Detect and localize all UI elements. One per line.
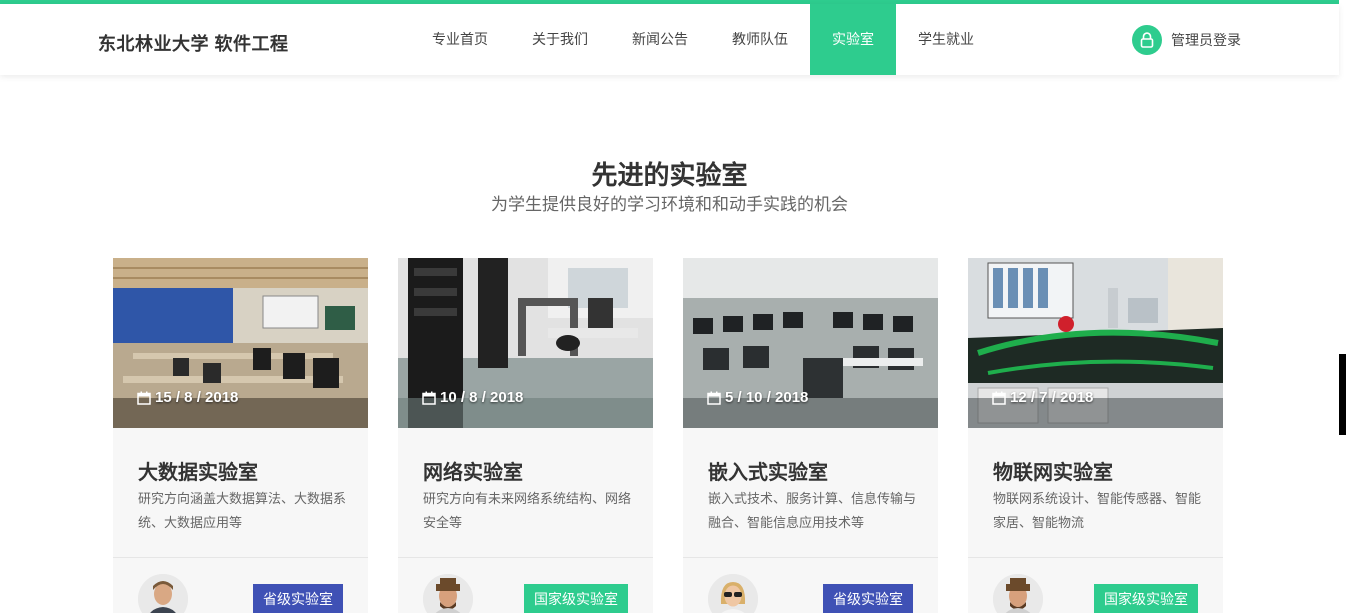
nav-item-employment[interactable]: 学生就业 — [896, 4, 996, 75]
lab-description: 物联网系统设计、智能传感器、智能家居、智能物流 — [993, 491, 1202, 530]
lab-date-text: 12 / 7 / 2018 — [1010, 389, 1094, 406]
lab-card-network[interactable]: 10 / 8 / 2018 网络实验室 研究方向有未来网络系统结构、网络安全等 … — [398, 258, 653, 613]
site-brand[interactable]: 东北林业大学 软件工程 — [98, 30, 289, 56]
lab-description: 研究方向涵盖大数据算法、大数据系统、大数据应用等 — [138, 491, 347, 530]
lab-photo[interactable]: 12 / 7 / 2018 — [968, 258, 1223, 428]
lab-title[interactable]: 嵌入式实验室 — [708, 456, 828, 485]
admin-login-button[interactable]: 管理员登录 — [1132, 25, 1241, 55]
card-divider — [683, 557, 938, 558]
card-divider — [968, 557, 1223, 558]
lab-card-big-data[interactable]: 15 / 8 / 2018 大数据实验室 研究方向涵盖大数据算法、大数据系统、大… — [113, 258, 368, 613]
lock-icon — [1132, 25, 1162, 55]
lab-date: 10 / 8 / 2018 — [422, 389, 523, 406]
lab-title[interactable]: 网络实验室 — [423, 456, 523, 485]
section-title: 先进的实验室 — [591, 160, 748, 190]
lab-date: 12 / 7 / 2018 — [992, 389, 1093, 406]
avatar — [993, 574, 1043, 613]
avatar — [708, 574, 758, 613]
calendar-icon — [992, 391, 1006, 405]
admin-login-label: 管理员登录 — [1171, 32, 1241, 48]
lab-description: 嵌入式技术、服务计算、信息传输与融合、智能信息应用技术等 — [708, 491, 917, 530]
lab-level-badge[interactable]: 省级实验室 — [823, 584, 913, 613]
avatar — [138, 574, 188, 613]
nav-item-about[interactable]: 关于我们 — [510, 4, 610, 75]
lab-photo[interactable]: 5 / 10 / 2018 — [683, 258, 938, 428]
lab-description: 研究方向有未来网络系统结构、网络安全等 — [423, 491, 632, 530]
lab-date-text: 5 / 10 / 2018 — [725, 389, 809, 406]
lab-level-badge[interactable]: 国家级实验室 — [1094, 584, 1198, 613]
lab-date-text: 10 / 8 / 2018 — [440, 389, 524, 406]
main-nav: 专业首页 关于我们 新闻公告 教师队伍 实验室 学生就业 — [410, 4, 996, 75]
lab-photo[interactable]: 10 / 8 / 2018 — [398, 258, 653, 428]
lab-card-embedded[interactable]: 5 / 10 / 2018 嵌入式实验室 嵌入式技术、服务计算、信息传输与融合、… — [683, 258, 938, 613]
nav-item-labs[interactable]: 实验室 — [810, 4, 896, 75]
calendar-icon — [422, 391, 436, 405]
calendar-icon — [137, 391, 151, 405]
lab-level-badge[interactable]: 省级实验室 — [253, 584, 343, 613]
card-divider — [113, 557, 368, 558]
lab-level-badge[interactable]: 国家级实验室 — [524, 584, 628, 613]
nav-item-news[interactable]: 新闻公告 — [610, 4, 710, 75]
nav-item-home[interactable]: 专业首页 — [410, 4, 510, 75]
nav-item-teachers[interactable]: 教师队伍 — [710, 4, 810, 75]
lab-photo[interactable]: 15 / 8 / 2018 — [113, 258, 368, 428]
lab-title[interactable]: 物联网实验室 — [993, 456, 1113, 485]
card-divider — [398, 557, 653, 558]
lab-card-iot[interactable]: 12 / 7 / 2018 物联网实验室 物联网系统设计、智能传感器、智能家居、… — [968, 258, 1223, 613]
lab-title[interactable]: 大数据实验室 — [138, 456, 258, 485]
site-header: 东北林业大学 软件工程 专业首页 关于我们 新闻公告 教师队伍 实验室 学生就业… — [0, 4, 1339, 75]
lab-date: 5 / 10 / 2018 — [707, 389, 808, 406]
lab-date-text: 15 / 8 / 2018 — [155, 389, 239, 406]
floating-side-tab[interactable] — [1339, 354, 1346, 435]
section-subtitle: 为学生提供良好的学习环境和和动手实践的机会 — [491, 195, 848, 214]
avatar — [423, 574, 473, 613]
lab-date: 15 / 8 / 2018 — [137, 389, 238, 406]
calendar-icon — [707, 391, 721, 405]
